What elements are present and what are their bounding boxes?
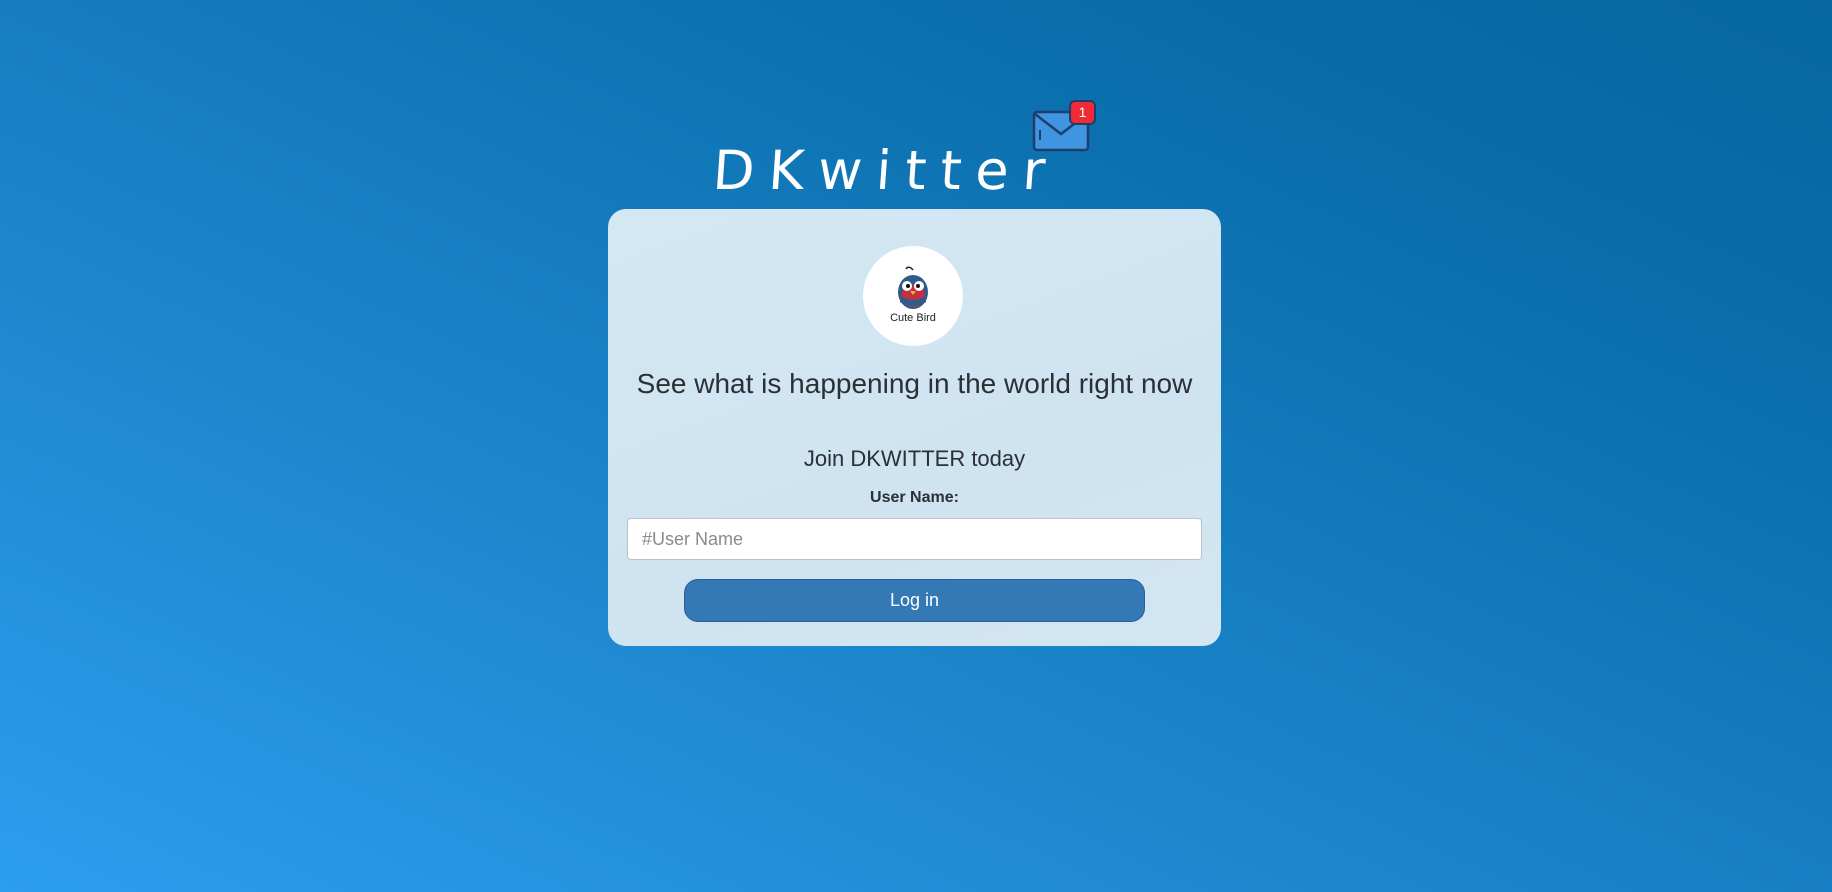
cute-bird-logo-icon xyxy=(898,266,928,309)
headline: See what is happening in the world right… xyxy=(636,368,1193,399)
notification-badge: 1 xyxy=(1069,100,1096,125)
avatar: Cute Bird xyxy=(863,246,963,346)
app-title: DKwitter xyxy=(710,139,1062,203)
app-header: DKwitter 1 xyxy=(0,100,1832,202)
avatar-caption: Cute Bird xyxy=(890,312,936,324)
login-button[interactable]: Log in xyxy=(684,579,1145,622)
subheadline: Join DKWITTER today xyxy=(803,446,1026,471)
login-card: Cute Bird See what is happening in the w… xyxy=(608,209,1221,646)
username-input[interactable] xyxy=(627,518,1202,560)
username-label: User Name: xyxy=(870,489,959,506)
